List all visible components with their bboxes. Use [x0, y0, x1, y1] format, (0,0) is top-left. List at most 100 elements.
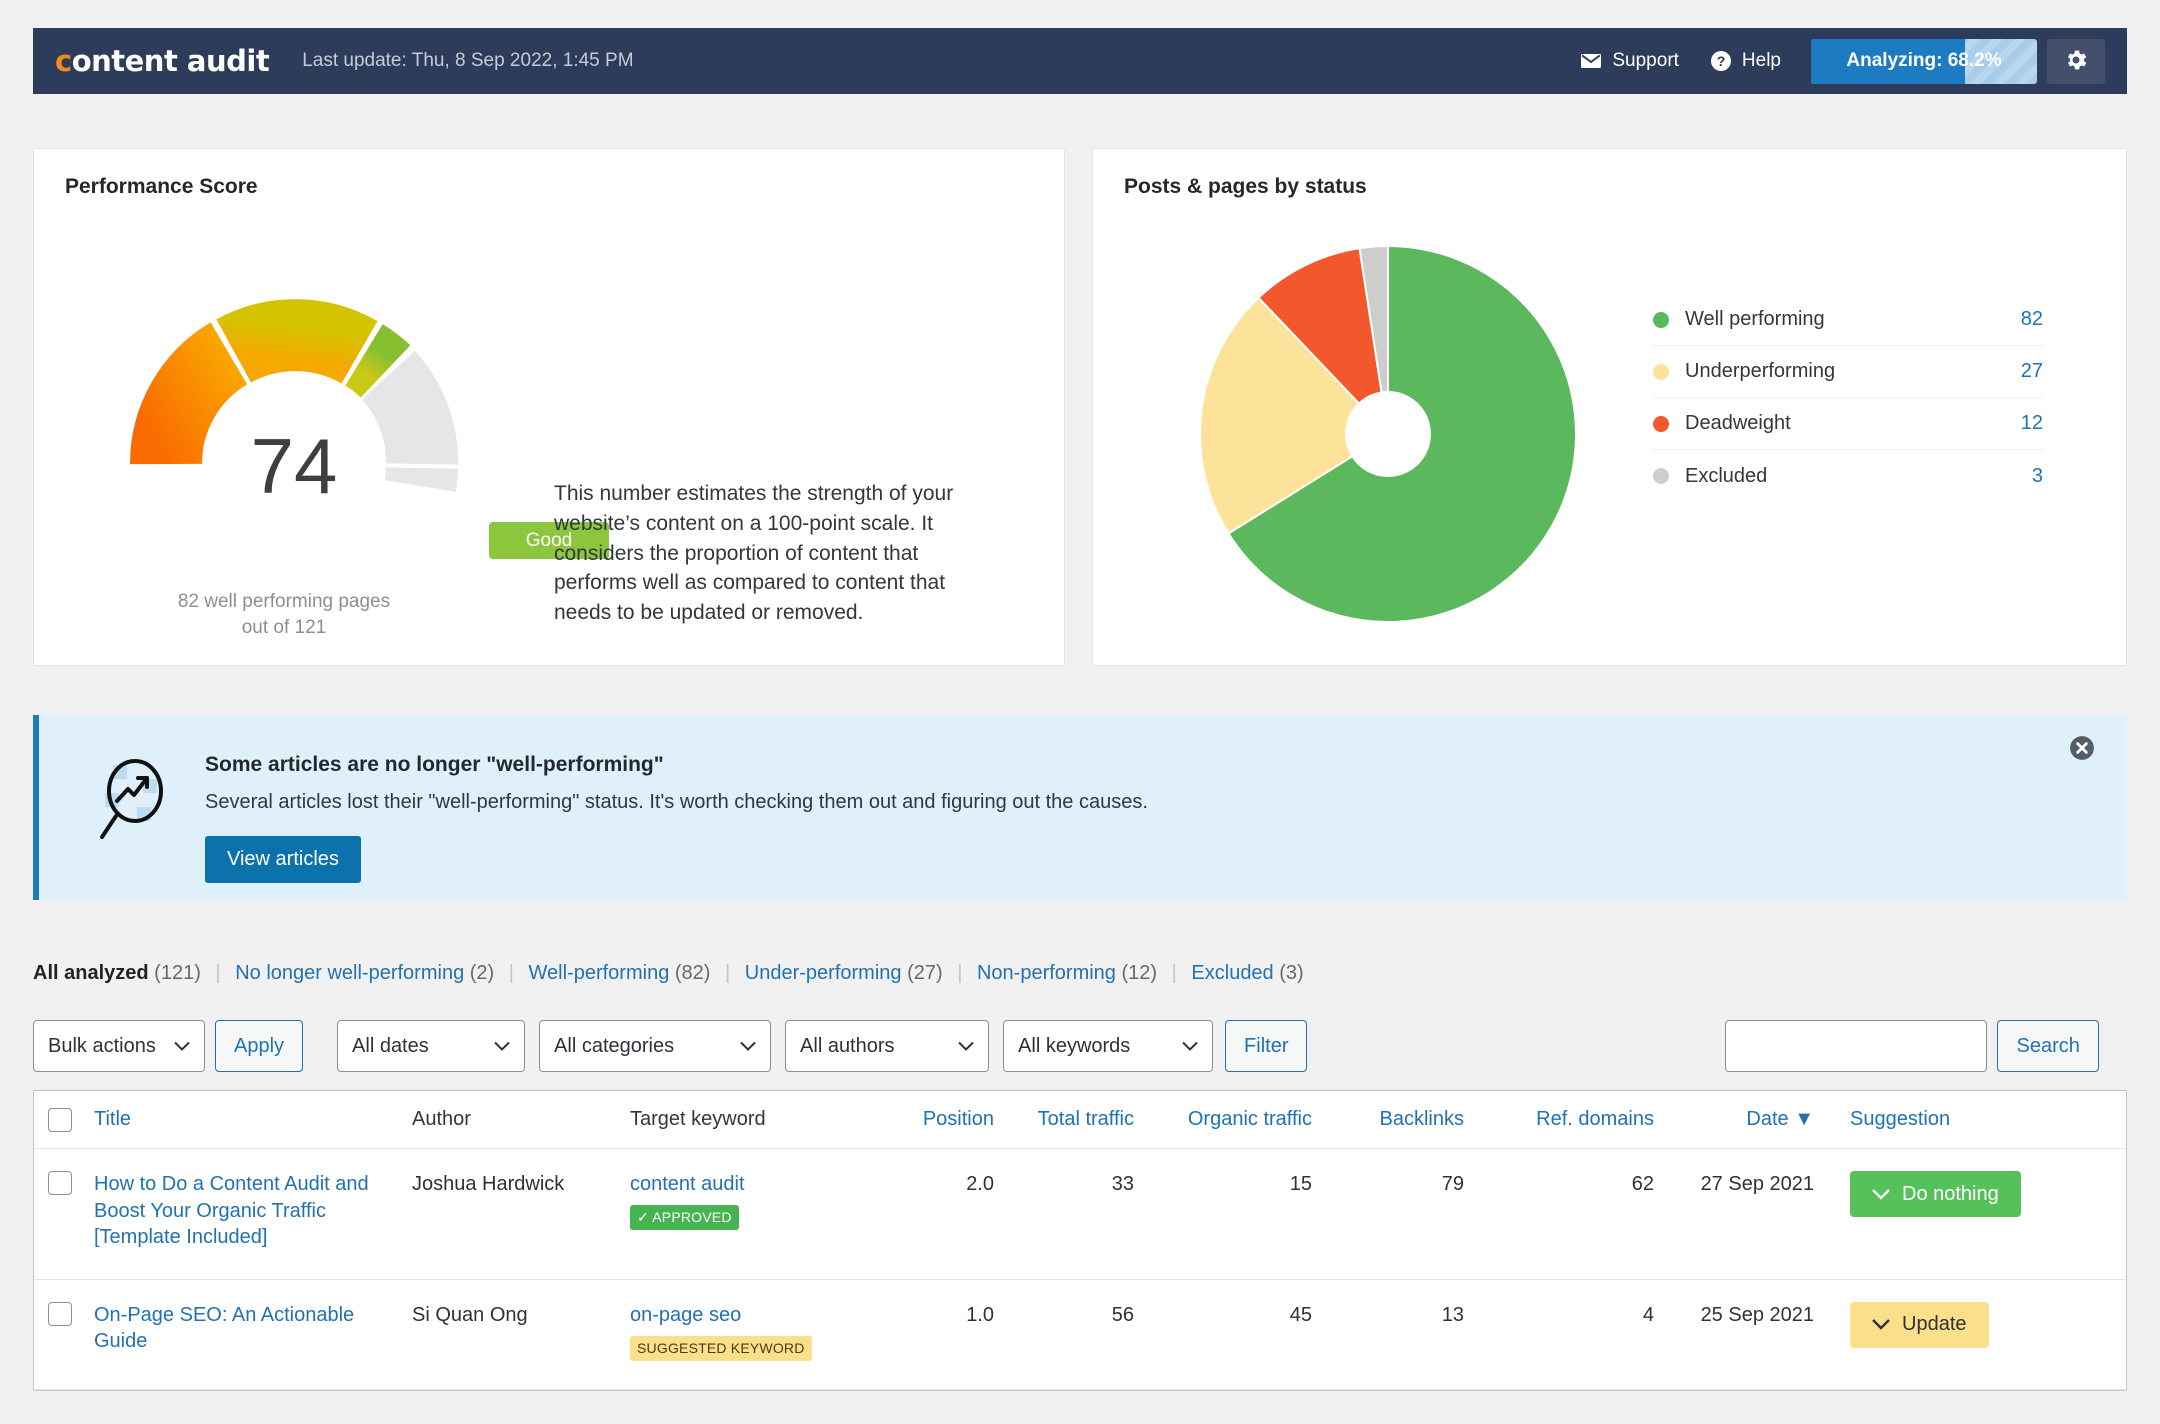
chevron-down-icon [740, 1035, 756, 1058]
bulk-actions-value: Bulk actions [48, 1034, 156, 1057]
legend-item[interactable]: Excluded 3 [1653, 450, 2043, 502]
column-header-ref-domains[interactable]: Ref. domains [1472, 1108, 1662, 1131]
column-label[interactable]: Suggestion [1850, 1108, 1950, 1130]
sort-desc-icon: ▼ [1794, 1108, 1814, 1130]
legend-value: 82 [2020, 308, 2043, 330]
keyword-status-badge: SUGGESTED KEYWORD [630, 1336, 812, 1361]
filter-link-well-performing[interactable]: Well-performing (82) [529, 962, 711, 984]
performance-score-value: 74 [251, 422, 338, 510]
notice-text: Several articles lost their "well-perfor… [205, 791, 1148, 813]
row-checkbox[interactable] [48, 1171, 72, 1195]
chevron-down-icon [1182, 1035, 1198, 1058]
cell-suggestion[interactable]: Do nothing [1822, 1171, 2126, 1217]
cell-target-keyword[interactable]: content audit ✓ APPROVED [622, 1171, 870, 1230]
column-header-organic-traffic[interactable]: Organic traffic [1142, 1108, 1320, 1131]
mail-icon [1579, 49, 1603, 73]
column-header-suggestion[interactable]: Suggestion [1822, 1108, 2126, 1131]
all-dates-select[interactable]: All dates [337, 1020, 526, 1072]
cell-backlinks: 79 [1441, 1173, 1464, 1195]
search-input[interactable] [1725, 1020, 1988, 1072]
help-link[interactable]: ? Help [1709, 49, 1781, 73]
column-header-backlinks[interactable]: Backlinks [1320, 1108, 1472, 1131]
cell-ref-domains: 4 [1642, 1303, 1654, 1326]
view-articles-button[interactable]: View articles [205, 836, 361, 883]
header-actions: Support ? Help Analyzing: 68.2% [1579, 38, 2105, 84]
table-row[interactable]: On-Page SEO: An Actionable Guide Si Quan… [34, 1280, 2126, 1390]
legend-value: 3 [2031, 464, 2043, 487]
row-checkbox[interactable] [48, 1301, 72, 1326]
filter-label[interactable]: Excluded [1191, 962, 1273, 984]
all-authors-select[interactable]: All authors [785, 1020, 990, 1072]
column-label[interactable]: Title [94, 1108, 131, 1130]
cell-total-traffic: 56 [1111, 1303, 1134, 1326]
status-donut-chart [1198, 244, 1578, 624]
cell-date: 25 Sep 2021 [1700, 1303, 1814, 1326]
chevron-down-icon [494, 1035, 510, 1058]
posts-by-status-card: Posts & pages by status Well performing … [1092, 148, 2127, 666]
question-circle-icon: ? [1709, 49, 1733, 73]
bulk-actions-select[interactable]: Bulk actions [33, 1020, 205, 1072]
last-update-text: Last update: Thu, 8 Sep 2022, 1:45 PM [302, 50, 634, 71]
filter-link-non-performing[interactable]: Non-performing (12) [977, 962, 1157, 984]
support-link[interactable]: Support [1579, 49, 1679, 73]
legend-dot-well-performing [1653, 311, 1669, 328]
all-categories-select[interactable]: All categories [539, 1020, 772, 1072]
cell-title[interactable]: On-Page SEO: An Actionable Guide [86, 1302, 404, 1355]
settings-button[interactable] [2047, 38, 2105, 84]
divider: | [1171, 962, 1177, 984]
column-header-title[interactable]: Title [86, 1108, 404, 1131]
cell-suggestion[interactable]: Update [1822, 1301, 2126, 1348]
column-header-date[interactable]: Date ▼ [1662, 1108, 1822, 1131]
status-card-title: Posts & pages by status [1124, 175, 1367, 198]
legend-value: 27 [2020, 360, 2043, 382]
filter-label[interactable]: Non-performing [977, 962, 1116, 984]
all-keywords-select[interactable]: All keywords [1003, 1020, 1214, 1072]
filter-count: (121) [154, 962, 201, 984]
column-label[interactable]: Backlinks [1380, 1108, 1464, 1130]
row-checkbox-cell[interactable] [34, 1301, 86, 1326]
legend-item[interactable]: Underperforming 27 [1653, 346, 2043, 398]
legend-item[interactable]: Deadweight 12 [1653, 398, 2043, 450]
select-all-checkbox[interactable] [48, 1107, 72, 1132]
table-row[interactable]: How to Do a Content Audit and Boost Your… [34, 1149, 2126, 1280]
row-title-link[interactable]: How to Do a Content Audit and Boost Your… [94, 1171, 396, 1251]
column-label[interactable]: Total traffic [1038, 1108, 1134, 1130]
column-label[interactable]: Position [923, 1108, 994, 1130]
legend-label: Excluded [1685, 464, 1768, 487]
chevron-down-icon [958, 1035, 974, 1058]
filter-link-under-performing[interactable]: Under-performing (27) [745, 962, 943, 984]
cell-author: Joshua Hardwick [412, 1173, 565, 1195]
keyword-link[interactable]: content audit [630, 1173, 745, 1195]
column-label: Date [1746, 1108, 1789, 1130]
close-icon[interactable] [2069, 735, 2095, 766]
filter-link-all-analyzed[interactable]: All analyzed (121) [33, 962, 201, 984]
row-title-link[interactable]: On-Page SEO: An Actionable Guide [94, 1302, 396, 1355]
filter-label[interactable]: No longer well-performing [235, 962, 464, 984]
table-toolbar: Bulk actions Apply All dates All categor… [33, 1020, 2127, 1072]
row-checkbox-cell[interactable] [34, 1171, 86, 1195]
filter-label[interactable]: Well-performing [529, 962, 670, 984]
legend-item[interactable]: Well performing 82 [1653, 294, 2043, 346]
filter-label[interactable]: Under-performing [745, 962, 902, 984]
filter-link-excluded[interactable]: Excluded (3) [1191, 962, 1303, 984]
column-header-total-traffic[interactable]: Total traffic [1002, 1108, 1142, 1131]
cell-backlinks: 13 [1441, 1303, 1464, 1326]
column-label[interactable]: Ref. domains [1536, 1108, 1654, 1130]
column-header-position[interactable]: Position [870, 1108, 1002, 1131]
column-label[interactable]: Organic traffic [1188, 1108, 1312, 1130]
app-header: content audit Last update: Thu, 8 Sep 20… [33, 28, 2127, 94]
apply-button[interactable]: Apply [215, 1020, 304, 1072]
support-label: Support [1612, 50, 1679, 71]
filter-button[interactable]: Filter [1225, 1020, 1308, 1072]
suggestion-dropdown-button[interactable]: Do nothing [1850, 1171, 2021, 1217]
filter-link-no-longer-well-performing[interactable]: No longer well-performing (2) [235, 962, 494, 984]
search-button[interactable]: Search [1997, 1020, 2099, 1072]
select-all-checkbox-cell[interactable] [34, 1107, 86, 1132]
magnifier-trend-icon [97, 755, 173, 846]
filter-count: (12) [1121, 962, 1158, 984]
keyword-link[interactable]: on-page seo [630, 1304, 741, 1326]
cell-target-keyword[interactable]: on-page seo SUGGESTED KEYWORD [622, 1302, 870, 1361]
divider: | [508, 962, 514, 984]
suggestion-dropdown-button[interactable]: Update [1850, 1301, 1989, 1348]
cell-title[interactable]: How to Do a Content Audit and Boost Your… [86, 1171, 404, 1251]
